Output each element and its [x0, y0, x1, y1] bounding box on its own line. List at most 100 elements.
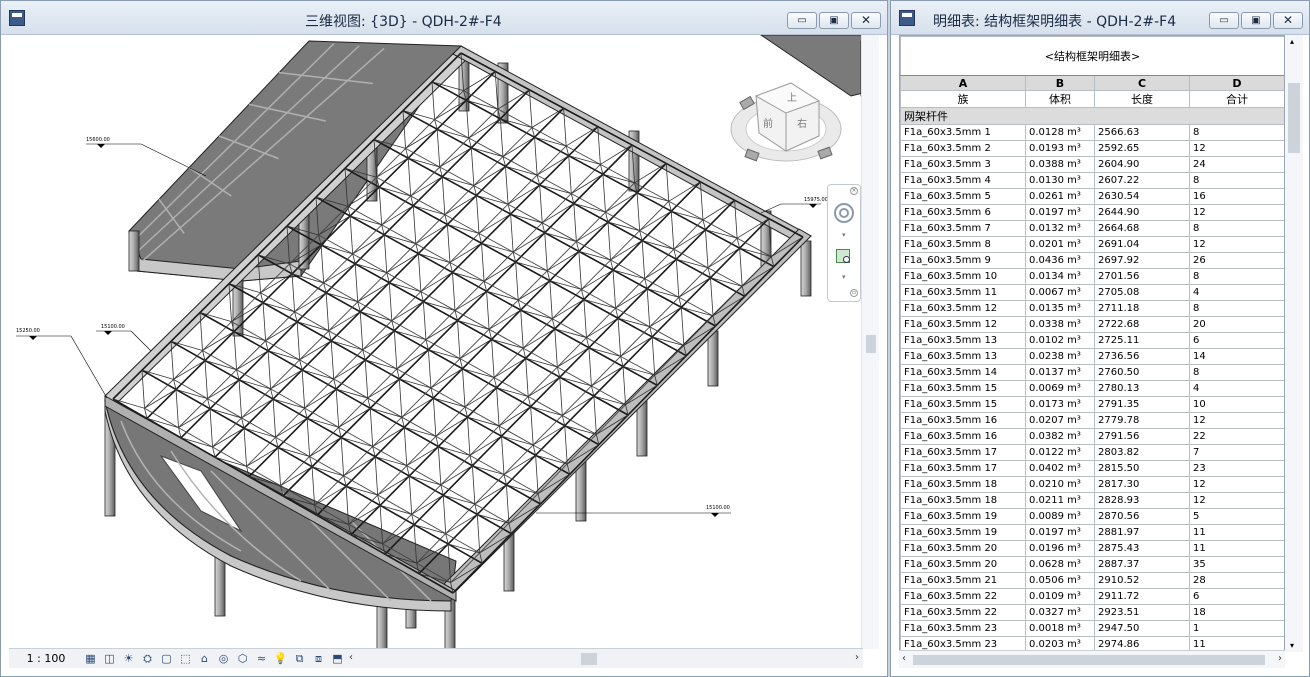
view-3d-titlebar[interactable]: 三维视图: {3D} - QDH-2#-F4 ▭ ▣ ✕: [1, 1, 887, 35]
cell-count[interactable]: 10: [1189, 396, 1284, 413]
scroll-down-icon[interactable]: ▾: [1290, 641, 1294, 650]
table-row[interactable]: F1a_60x3.5mm 1 0.0128 m³ 2566.63 8: [900, 124, 1284, 141]
table-row[interactable]: F1a_60x3.5mm 17 0.0122 m³ 2803.82 7: [900, 444, 1284, 461]
cell-count[interactable]: 1: [1189, 620, 1284, 637]
view-3d-horizontal-thumb[interactable]: [581, 652, 597, 665]
scroll-left-icon[interactable]: ‹: [349, 652, 353, 663]
column-letter-c[interactable]: C: [1094, 75, 1190, 91]
cell-volume[interactable]: 0.0382 m³: [1025, 428, 1095, 445]
table-row[interactable]: F1a_60x3.5mm 17 0.0402 m³ 2815.50 23: [900, 460, 1284, 477]
table-row[interactable]: F1a_60x3.5mm 3 0.0388 m³ 2604.90 24: [900, 156, 1284, 173]
table-row[interactable]: F1a_60x3.5mm 19 0.0197 m³ 2881.97 11: [900, 524, 1284, 541]
cell-family[interactable]: F1a_60x3.5mm 14: [900, 364, 1026, 381]
cell-count[interactable]: 16: [1189, 188, 1284, 205]
cell-family[interactable]: F1a_60x3.5mm 22: [900, 604, 1026, 621]
shadows-icon[interactable]: ⛭: [140, 652, 155, 666]
schedule-titlebar[interactable]: 明细表: 结构框架明细表 - QDH-2#-F4 ▭ ▣ ✕: [891, 1, 1309, 35]
cell-volume[interactable]: 0.0197 m³: [1025, 524, 1095, 541]
temporary-hide-icon[interactable]: ◎: [216, 652, 231, 666]
cell-family[interactable]: F1a_60x3.5mm 6: [900, 204, 1026, 221]
cell-volume[interactable]: 0.0069 m³: [1025, 380, 1095, 397]
cell-length[interactable]: 2780.13: [1094, 380, 1190, 397]
view-3d-horizontal-scrollbar[interactable]: ‹ ›: [345, 649, 863, 669]
cell-family[interactable]: F1a_60x3.5mm 17: [900, 460, 1026, 477]
zoom-region-icon[interactable]: [836, 249, 850, 263]
cell-length[interactable]: 2592.65: [1094, 140, 1190, 157]
unlock-view-icon[interactable]: ⌂: [197, 652, 212, 666]
table-row[interactable]: F1a_60x3.5mm 14 0.0137 m³ 2760.50 8: [900, 364, 1284, 381]
table-row[interactable]: F1a_60x3.5mm 22 0.0109 m³ 2911.72 6: [900, 588, 1284, 605]
table-row[interactable]: F1a_60x3.5mm 21 0.0506 m³ 2910.52 28: [900, 572, 1284, 589]
cell-length[interactable]: 2791.56: [1094, 428, 1190, 445]
cell-family[interactable]: F1a_60x3.5mm 16: [900, 428, 1026, 445]
cell-family[interactable]: F1a_60x3.5mm 1: [900, 124, 1026, 141]
cell-length[interactable]: 2705.08: [1094, 284, 1190, 301]
table-row[interactable]: F1a_60x3.5mm 13 0.0238 m³ 2736.56 14: [900, 348, 1284, 365]
cell-length[interactable]: 2815.50: [1094, 460, 1190, 477]
table-row[interactable]: F1a_60x3.5mm 13 0.0102 m³ 2725.11 6: [900, 332, 1284, 349]
cell-volume[interactable]: 0.0193 m³: [1025, 140, 1095, 157]
table-row[interactable]: F1a_60x3.5mm 16 0.0382 m³ 2791.56 22: [900, 428, 1284, 445]
cell-volume[interactable]: 0.0238 m³: [1025, 348, 1095, 365]
cell-length[interactable]: 2644.90: [1094, 204, 1190, 221]
cell-volume[interactable]: 0.0436 m³: [1025, 252, 1095, 269]
restore-button[interactable]: ▣: [1241, 12, 1271, 29]
cell-count[interactable]: 12: [1189, 204, 1284, 221]
table-row[interactable]: F1a_60x3.5mm 11 0.0067 m³ 2705.08 4: [900, 284, 1284, 301]
cell-volume[interactable]: 0.0067 m³: [1025, 284, 1095, 301]
table-row[interactable]: F1a_60x3.5mm 19 0.0089 m³ 2870.56 5: [900, 508, 1284, 525]
cell-count[interactable]: 14: [1189, 348, 1284, 365]
cell-count[interactable]: 11: [1189, 524, 1284, 541]
cell-family[interactable]: F1a_60x3.5mm 13: [900, 348, 1026, 365]
table-row[interactable]: F1a_60x3.5mm 18 0.0211 m³ 2828.93 12: [900, 492, 1284, 509]
cell-family[interactable]: F1a_60x3.5mm 20: [900, 556, 1026, 573]
cell-length[interactable]: 2691.04: [1094, 236, 1190, 253]
navbar-close-icon[interactable]: ×: [850, 187, 858, 195]
analysis-icon[interactable]: ≈: [254, 652, 269, 666]
cell-count[interactable]: 5: [1189, 508, 1284, 525]
navbar-options-icon[interactable]: ▫: [850, 289, 858, 297]
cell-family[interactable]: F1a_60x3.5mm 2: [900, 140, 1026, 157]
navigation-bar[interactable]: × ▾ ▾ ▫: [827, 184, 861, 302]
cell-length[interactable]: 2791.35: [1094, 396, 1190, 413]
field-header-count[interactable]: 合计: [1189, 90, 1284, 108]
cell-volume[interactable]: 0.0196 m³: [1025, 540, 1095, 557]
schedule-horizontal-scrollbar[interactable]: ‹ ›: [899, 650, 1285, 668]
cell-volume[interactable]: 0.0128 m³: [1025, 124, 1095, 141]
cell-count[interactable]: 7: [1189, 444, 1284, 461]
cell-length[interactable]: 2736.56: [1094, 348, 1190, 365]
cell-volume[interactable]: 0.0089 m³: [1025, 508, 1095, 525]
field-header-volume[interactable]: 体积: [1025, 90, 1095, 108]
cell-length[interactable]: 2910.52: [1094, 572, 1190, 589]
cell-count[interactable]: 35: [1189, 556, 1284, 573]
visual-style-icon[interactable]: ◫: [102, 652, 117, 666]
cell-family[interactable]: F1a_60x3.5mm 3: [900, 156, 1026, 173]
cell-count[interactable]: 4: [1189, 284, 1284, 301]
cell-length[interactable]: 2887.37: [1094, 556, 1190, 573]
schedule-vertical-thumb[interactable]: [1288, 83, 1300, 153]
cell-length[interactable]: 2566.63: [1094, 124, 1190, 141]
app-icon[interactable]: [899, 10, 915, 26]
display-constraints-icon[interactable]: ⬒: [330, 652, 345, 666]
close-button[interactable]: ✕: [851, 12, 881, 29]
cell-family[interactable]: F1a_60x3.5mm 18: [900, 492, 1026, 509]
cell-family[interactable]: F1a_60x3.5mm 7: [900, 220, 1026, 237]
cell-count[interactable]: 6: [1189, 588, 1284, 605]
cell-length[interactable]: 2911.72: [1094, 588, 1190, 605]
cell-family[interactable]: F1a_60x3.5mm 12: [900, 316, 1026, 333]
cell-count[interactable]: 20: [1189, 316, 1284, 333]
cell-count[interactable]: 8: [1189, 220, 1284, 237]
cell-volume[interactable]: 0.0102 m³: [1025, 332, 1095, 349]
cell-volume[interactable]: 0.0402 m³: [1025, 460, 1095, 477]
sun-path-icon[interactable]: ☀: [121, 652, 136, 666]
cell-family[interactable]: F1a_60x3.5mm 11: [900, 284, 1026, 301]
cell-length[interactable]: 2722.68: [1094, 316, 1190, 333]
table-row[interactable]: F1a_60x3.5mm 15 0.0173 m³ 2791.35 10: [900, 396, 1284, 413]
view-scale[interactable]: 1 : 100: [9, 652, 83, 665]
cell-length[interactable]: 2817.30: [1094, 476, 1190, 493]
cell-family[interactable]: F1a_60x3.5mm 12: [900, 300, 1026, 317]
cell-volume[interactable]: 0.0211 m³: [1025, 492, 1095, 509]
view-3d-vertical-thumb[interactable]: [866, 335, 876, 353]
cell-volume[interactable]: 0.0173 m³: [1025, 396, 1095, 413]
cell-count[interactable]: 28: [1189, 572, 1284, 589]
